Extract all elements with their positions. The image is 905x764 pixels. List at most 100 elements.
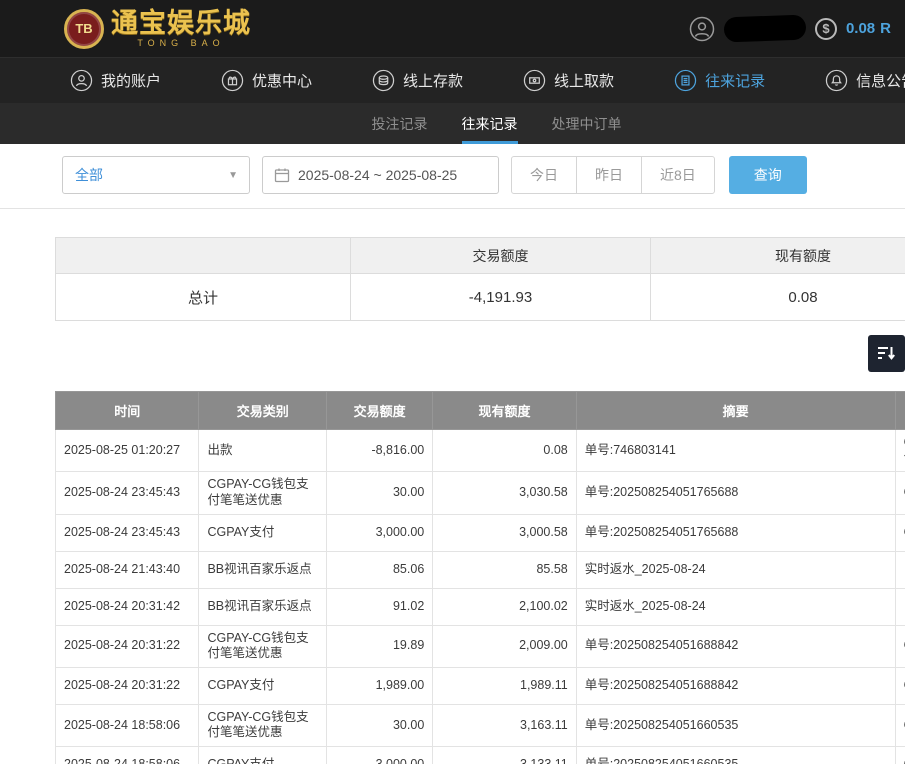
logo-subtitle: TONG BAO: [111, 39, 251, 48]
cell-summary: 单号:202508254051765688: [576, 472, 895, 514]
cell-time: 2025-08-24 23:45:43: [56, 514, 199, 551]
nav-item-transaction-records[interactable]: 往来记录: [674, 69, 765, 92]
summary-current-total: 0.08: [651, 274, 905, 321]
cell-balance: 2,009.00: [433, 625, 576, 667]
balance-amount: 0.08: [846, 20, 875, 37]
tab-pending-orders[interactable]: 处理中订单: [552, 103, 622, 144]
table-header-row: 时间 交易类别 交易额度 现有额度 摘要 备注: [56, 392, 905, 430]
summary-header-current: 现有额度: [651, 238, 905, 274]
withdraw-icon: [523, 69, 546, 92]
search-button[interactable]: 查询: [729, 156, 807, 194]
cell-amount: 85.06: [327, 551, 433, 588]
table-row: 2025-08-24 18:58:06 CGPAY-CG钱包支付笔笔送优惠 30…: [56, 704, 905, 746]
today-button[interactable]: 今日: [511, 156, 577, 194]
header-time: 时间: [56, 392, 199, 430]
summary-table: 交易额度 现有额度 总计 -4,191.93 0.08: [55, 237, 905, 321]
username-redacted: [724, 15, 807, 43]
nav-label: 我的账户: [101, 70, 161, 91]
transactions-section: 时间 交易类别 交易额度 现有额度 摘要 备注 2025-08-25 01:20…: [55, 391, 905, 764]
nav-label: 往来记录: [705, 70, 765, 91]
cell-note: CG钱包: [895, 514, 905, 551]
transactions-table: 时间 交易类别 交易额度 现有额度 摘要 备注 2025-08-25 01:20…: [55, 391, 905, 764]
cell-summary: 实时返水_2025-08-24: [576, 551, 895, 588]
transactions-body: 2025-08-25 01:20:27 出款 -8,816.00 0.08 单号…: [56, 430, 905, 764]
deposit-icon: [372, 69, 395, 92]
last-8-days-button[interactable]: 近8日: [641, 156, 715, 194]
cell-note: CG钱包-24: [895, 430, 905, 472]
summary-header-transaction: 交易额度: [351, 238, 651, 274]
cell-time: 2025-08-25 01:20:27: [56, 430, 199, 472]
site-logo[interactable]: TB 通宝娱乐城 TONG BAO: [64, 9, 251, 49]
cell-summary: 单号:202508254051660535: [576, 704, 895, 746]
bell-icon: [825, 69, 848, 92]
cell-type: CGPAY-CG钱包支付笔笔送优惠: [199, 625, 327, 667]
cell-amount: 30.00: [327, 704, 433, 746]
cell-time: 2025-08-24 23:45:43: [56, 472, 199, 514]
nav-item-withdraw[interactable]: 线上取款: [523, 69, 614, 92]
cell-balance: 2,100.02: [433, 588, 576, 625]
summary-transaction-total: -4,191.93: [351, 274, 651, 321]
nav-item-announcements[interactable]: 信息公告: [825, 69, 905, 92]
nav-label: 线上取款: [554, 70, 614, 91]
main-nav: 我的账户 优惠中心 线上存款 线上取款 往来记录 信息公告: [0, 57, 905, 103]
summary-total-row: 总计 -4,191.93 0.08: [56, 274, 905, 321]
tab-transaction-records[interactable]: 往来记录: [462, 103, 518, 144]
cell-type: CGPAY-CG钱包支付笔笔送优惠: [199, 704, 327, 746]
cell-summary: 单号:202508254051688842: [576, 625, 895, 667]
cell-note: CG钱包: [895, 667, 905, 704]
cell-amount: 30.00: [327, 472, 433, 514]
cell-note: CG钱包: [895, 625, 905, 667]
cell-summary: 单号:202508254051688842: [576, 667, 895, 704]
nav-item-deposit[interactable]: 线上存款: [372, 69, 463, 92]
table-row: 2025-08-24 23:45:43 CGPAY-CG钱包支付笔笔送优惠 30…: [56, 472, 905, 514]
tab-label: 投注记录: [372, 114, 428, 134]
cell-amount: 3,000.00: [327, 747, 433, 764]
date-range-value: 2025-08-24 ~ 2025-08-25: [298, 167, 457, 183]
header-amount: 交易额度: [327, 392, 433, 430]
table-row: 2025-08-24 20:31:42 BB视讯百家乐返点 91.02 2,10…: [56, 588, 905, 625]
table-row: 2025-08-24 20:31:22 CGPAY-CG钱包支付笔笔送优惠 19…: [56, 625, 905, 667]
cell-balance: 0.08: [433, 430, 576, 472]
nav-item-my-account[interactable]: 我的账户: [70, 69, 161, 92]
table-row: 2025-08-24 18:58:06 CGPAY支付 3,000.00 3,1…: [56, 747, 905, 764]
cell-time: 2025-08-24 18:58:06: [56, 747, 199, 764]
sort-descending-icon: [876, 343, 897, 364]
cell-type: BB视讯百家乐返点: [199, 551, 327, 588]
gift-icon: [221, 69, 244, 92]
yesterday-button[interactable]: 昨日: [576, 156, 642, 194]
tab-betting-records[interactable]: 投注记录: [372, 103, 428, 144]
cell-type: BB视讯百家乐返点: [199, 588, 327, 625]
chevron-down-icon: ▼: [228, 170, 238, 181]
calendar-icon: [274, 167, 290, 183]
type-select[interactable]: 全部 ▼: [62, 156, 250, 194]
logo-text: 通宝娱乐城 TONG BAO: [111, 10, 251, 48]
cell-balance: 3,133.11: [433, 747, 576, 764]
cell-type: CGPAY支付: [199, 667, 327, 704]
sort-button[interactable]: [868, 335, 905, 372]
table-row: 2025-08-24 20:31:22 CGPAY支付 1,989.00 1,9…: [56, 667, 905, 704]
topbar-right: $ 0.08 R: [689, 16, 891, 42]
summary-header-row: 交易额度 现有额度: [56, 238, 905, 274]
cell-balance: 3,000.58: [433, 514, 576, 551]
header-summary: 摘要: [576, 392, 895, 430]
cell-type: CGPAY支付: [199, 514, 327, 551]
balance-currency: R: [880, 20, 891, 37]
tab-label: 往来记录: [462, 114, 518, 134]
summary-header-blank: [56, 238, 351, 274]
header-type: 交易类别: [199, 392, 327, 430]
cell-note: CG钱包: [895, 747, 905, 764]
user-avatar-icon[interactable]: [689, 16, 715, 42]
cell-amount: 91.02: [327, 588, 433, 625]
cell-amount: -8,816.00: [327, 430, 433, 472]
quick-date-group: 今日 昨日 近8日: [511, 156, 715, 194]
header-note: 备注: [895, 392, 905, 430]
header-balance: 现有额度: [433, 392, 576, 430]
cell-amount: 19.89: [327, 625, 433, 667]
nav-item-promotions[interactable]: 优惠中心: [221, 69, 312, 92]
cell-time: 2025-08-24 20:31:22: [56, 667, 199, 704]
cell-amount: 1,989.00: [327, 667, 433, 704]
date-range-input[interactable]: 2025-08-24 ~ 2025-08-25: [262, 156, 499, 194]
nav-label: 优惠中心: [252, 70, 312, 91]
tab-label: 处理中订单: [552, 114, 622, 134]
cell-type: 出款: [199, 430, 327, 472]
